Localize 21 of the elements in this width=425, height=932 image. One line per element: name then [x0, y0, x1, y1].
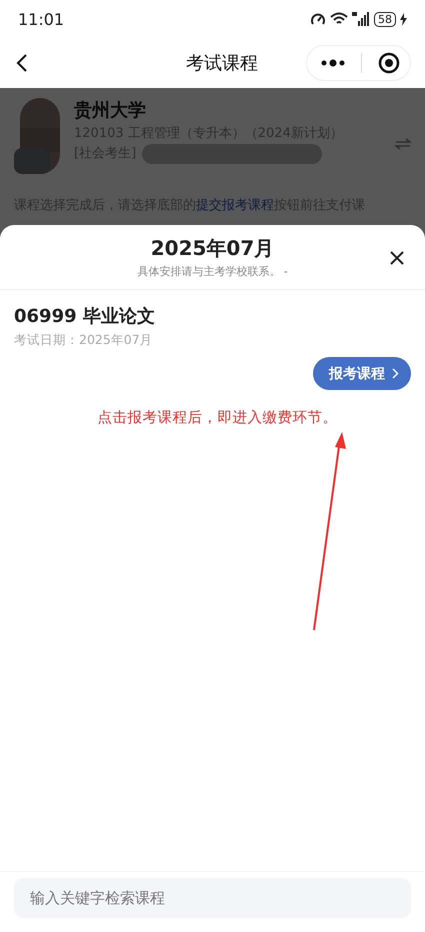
switch-icon[interactable] [395, 138, 411, 150]
close-icon[interactable] [389, 250, 405, 266]
close-app-icon[interactable] [378, 52, 400, 74]
status-time: 11:01 [18, 10, 64, 28]
more-icon[interactable] [321, 59, 345, 67]
back-icon[interactable] [16, 53, 28, 73]
chevron-icon [392, 368, 399, 379]
speed-icon [310, 12, 326, 26]
page-title: 考试课程 [185, 52, 259, 75]
sheet-subtitle: 具体安排请与主考学校联系。 - [137, 264, 288, 279]
battery-indicator: 58 [374, 12, 396, 26]
charging-icon [400, 12, 407, 26]
course-name: 06999 毕业论文 [14, 305, 156, 328]
search-field[interactable]: 输入关键字检索课程 [14, 878, 411, 918]
wifi-icon [330, 12, 348, 26]
sheet-title: 2025年07月 [150, 235, 274, 262]
signal-icon [352, 12, 370, 26]
register-course-button[interactable]: 报考课程 [313, 357, 411, 390]
school-name: 贵州大学 [74, 99, 147, 122]
annotation-text: 点击报考课程后，即进入缴费环节。 [98, 409, 338, 427]
exam-date: 考试日期：2025年07月 [14, 332, 154, 349]
